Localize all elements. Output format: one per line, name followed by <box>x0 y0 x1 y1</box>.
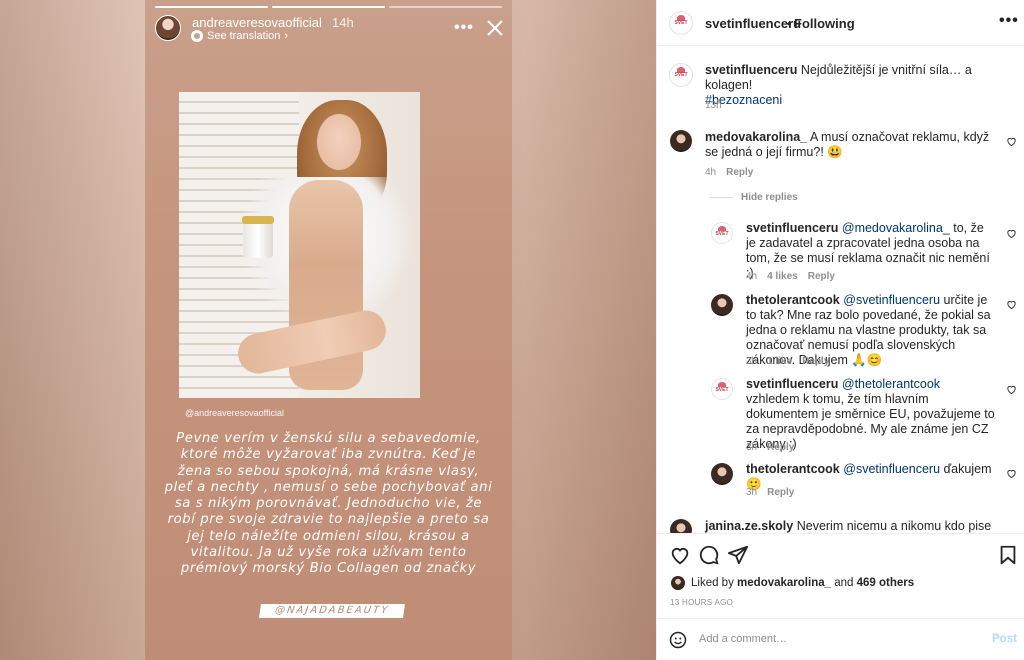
liked-by-prefix: Liked by <box>691 577 734 589</box>
caption-time: 13h <box>705 100 722 111</box>
post-time: 13 HOURS AGO <box>670 598 734 607</box>
comment-username[interactable]: janina.ze.skoly <box>705 519 793 533</box>
bookmark-icon[interactable] <box>997 544 1019 566</box>
reply-username[interactable]: thetolerantcook <box>746 293 840 307</box>
heart-icon[interactable] <box>1006 468 1017 479</box>
reply-button[interactable]: Reply <box>767 487 794 498</box>
account-logo[interactable] <box>669 11 693 35</box>
comment-text: medovakarolina_ A musí označovat reklamu… <box>705 130 995 160</box>
caption: svetinfluenceru Nejdůležitější je vnitřn… <box>705 63 1005 108</box>
reply-meta: 4h 4 likes Reply <box>746 271 835 282</box>
reply-time: 3h <box>746 356 758 367</box>
add-comment-row: Add a comment… Post <box>657 618 1024 660</box>
reply-username[interactable]: thetolerantcook <box>746 462 840 476</box>
story-progress-segment <box>389 6 502 8</box>
mention-link[interactable]: @thetolerantcook <box>842 377 940 391</box>
translate-icon <box>191 30 203 42</box>
avatar[interactable] <box>711 463 733 485</box>
backdrop-left <box>0 0 145 660</box>
liked-by[interactable]: Liked by medovakarolina_ and 469 others <box>691 577 914 589</box>
post-header: svetinfluenceru • Following ••• <box>657 0 1024 46</box>
comment-text: janina.ze.skoly Neverim nicemu a nikomu … <box>705 519 1005 533</box>
story-progress-bar <box>155 6 502 8</box>
story-username[interactable]: andreaveresovaofficial <box>192 15 322 30</box>
comment-username[interactable]: medovakarolina_ <box>705 130 807 144</box>
story-viewer[interactable]: andreaveresovaofficial 14h See translati… <box>145 0 512 660</box>
photo-credit-tag[interactable]: @andreaveresovaofficial <box>185 408 284 418</box>
post-button[interactable]: Post <box>992 633 1017 645</box>
comment-icon[interactable] <box>698 544 720 566</box>
reply-meta: 3h Reply <box>746 487 794 498</box>
likes-count[interactable]: 1 like <box>767 356 792 367</box>
story-progress-segment <box>155 6 268 8</box>
heart-icon[interactable] <box>1006 136 1017 147</box>
heart-icon[interactable] <box>1006 228 1017 239</box>
backdrop-right <box>512 0 656 660</box>
caption-avatar[interactable] <box>669 63 693 87</box>
reply-button[interactable]: Reply <box>802 356 829 367</box>
mention-link[interactable]: @medovakarolina_ <box>842 221 950 235</box>
comment-time: 4h <box>705 167 717 178</box>
heart-icon[interactable] <box>1006 384 1017 395</box>
emoji-icon[interactable] <box>669 631 687 649</box>
photo-figure-face <box>317 114 361 170</box>
story-photo <box>179 92 420 398</box>
likes-count[interactable]: 4 likes <box>767 271 798 282</box>
comments-list[interactable]: svetinfluenceru Nejdůležitější je vnitřn… <box>657 47 1024 533</box>
header-separator: • <box>787 16 792 31</box>
liked-by-user[interactable]: medovakarolina_ <box>737 577 831 589</box>
story-progress-segment <box>272 6 385 8</box>
heart-icon[interactable] <box>669 544 691 566</box>
reply-avatar[interactable] <box>711 378 733 400</box>
reply-username[interactable]: svetinfluenceru <box>746 377 838 391</box>
close-icon[interactable] <box>486 19 504 37</box>
chevron-right-icon: › <box>284 30 289 42</box>
comments-panel: svetinfluenceru • Following ••• svetinfl… <box>656 0 1024 660</box>
avatar[interactable] <box>670 519 692 533</box>
reply-button[interactable]: Reply <box>808 271 835 282</box>
story-time: 14h <box>332 15 354 30</box>
share-icon[interactable] <box>727 544 749 566</box>
reply-time: 3h <box>746 442 758 453</box>
following-button[interactable]: Following <box>794 16 855 31</box>
mention-link[interactable]: @svetinfluenceru <box>843 462 940 476</box>
reply-button[interactable]: Reply <box>726 167 753 178</box>
more-options-icon[interactable]: ••• <box>999 12 1019 30</box>
comment-meta: 4h Reply <box>705 167 753 178</box>
reply-avatar[interactable] <box>711 222 733 244</box>
liked-by-and: and <box>834 577 854 589</box>
more-options-icon[interactable]: ••• <box>454 19 474 37</box>
reply-username[interactable]: svetinfluenceru <box>746 221 838 235</box>
add-comment-input[interactable]: Add a comment… <box>699 633 787 645</box>
reply-meta: 3h 1 like Reply <box>746 356 829 367</box>
divider-line <box>709 197 733 198</box>
reply-time: 3h <box>746 487 758 498</box>
reply-time: 4h <box>746 271 758 282</box>
actions-divider <box>657 533 1024 534</box>
story-caption-text: Pevne verím v ženskú silu a sebavedomie,… <box>164 431 493 577</box>
likes-count[interactable]: 469 others <box>857 577 915 589</box>
see-translation-label: See translation <box>207 30 281 42</box>
avatar[interactable] <box>670 130 692 152</box>
brand-mention-sticker[interactable]: @NAJADABEAUTY <box>259 604 405 618</box>
avatar[interactable] <box>711 294 733 316</box>
collagen-jar <box>242 216 274 258</box>
caption-username[interactable]: svetinfluenceru <box>705 63 797 77</box>
reply-meta: 3h Reply <box>746 442 794 453</box>
reply-button[interactable]: Reply <box>767 442 794 453</box>
heart-icon[interactable] <box>1006 299 1017 310</box>
mention-link[interactable]: @svetinfluenceru <box>843 293 940 307</box>
see-translation-link[interactable]: See translation › <box>191 30 288 42</box>
story-avatar[interactable] <box>155 15 181 41</box>
hide-replies-button[interactable]: Hide replies <box>709 192 798 203</box>
liked-by-avatar[interactable] <box>671 576 685 590</box>
hide-replies-label: Hide replies <box>741 192 798 203</box>
reply-text: svetinfluenceru @thetolerantcook vzhlede… <box>746 377 996 452</box>
